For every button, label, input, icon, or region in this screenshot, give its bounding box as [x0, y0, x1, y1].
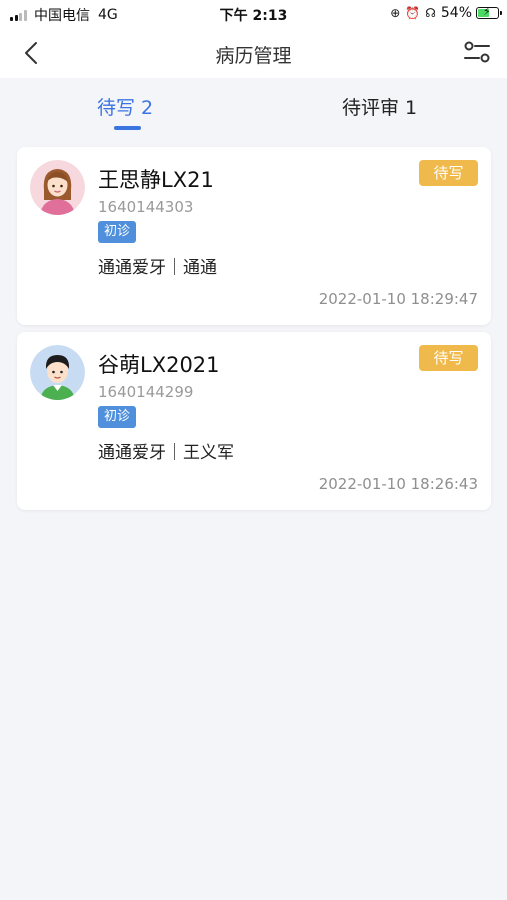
patient-id: 1640144303 — [98, 198, 194, 216]
female-avatar-icon — [30, 160, 85, 215]
nav-bar: 病历管理 — [0, 28, 507, 78]
record-card[interactable]: 王思静LX21 1640144303 初诊 通通爱牙｜通通 待写 2022-01… — [17, 147, 491, 325]
clinic-doctor: 通通爱牙｜王义军 — [98, 443, 234, 463]
tab-active-indicator — [114, 126, 141, 130]
alarm-icon: ⏰ — [405, 6, 421, 20]
patient-name: 谷萌LX2021 — [98, 353, 220, 377]
record-time: 2022-01-10 18:26:43 — [318, 475, 478, 493]
patient-name: 王思静LX21 — [98, 168, 214, 192]
record-card[interactable]: 谷萌LX2021 1640144299 初诊 通通爱牙｜王义军 待写 2022-… — [17, 332, 491, 510]
tab-bar: 待写 2 待评审 1 — [0, 78, 507, 138]
status-right: ⊕ ⏰ ☊ 54% ⚡ — [390, 5, 502, 21]
status-badge: 待写 — [419, 160, 478, 186]
filter-sliders-icon[interactable] — [463, 38, 491, 66]
lock-rotation-icon: ⊕ — [390, 6, 401, 20]
tab-pending-review[interactable]: 待评审 1 — [342, 93, 417, 120]
headphones-icon: ☊ — [425, 6, 436, 20]
visit-type-tag: 初诊 — [98, 221, 137, 243]
clinic-doctor: 通通爱牙｜通通 — [98, 258, 217, 278]
battery-percent: 54% — [440, 5, 472, 21]
tab-pending[interactable]: 待写 2 — [97, 93, 153, 120]
visit-type-tag: 初诊 — [98, 406, 137, 428]
record-time: 2022-01-10 18:29:47 — [318, 290, 478, 308]
male-avatar-icon — [30, 345, 85, 400]
status-badge: 待写 — [419, 345, 478, 371]
status-bar: 中国电信 4G 下午 2:13 ⊕ ⏰ ☊ 54% ⚡ — [0, 0, 507, 28]
page-title: 病历管理 — [215, 45, 292, 67]
battery-charging-icon: ⚡ — [476, 5, 502, 19]
patient-id: 1640144299 — [98, 383, 194, 401]
